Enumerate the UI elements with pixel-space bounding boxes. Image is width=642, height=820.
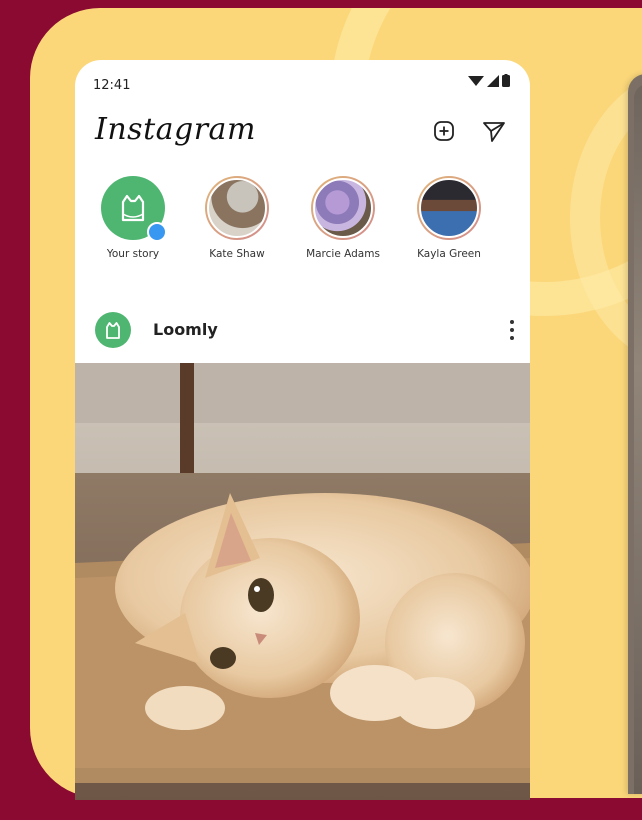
story-marcie-adams[interactable]: Marcie Adams <box>298 176 388 260</box>
stories-row: Your story Kate Shaw Marcie Adams Kayla … <box>75 176 530 286</box>
story-avatar <box>207 178 267 238</box>
story-avatar <box>419 178 479 238</box>
battery-icon <box>502 74 510 87</box>
more-options-icon[interactable] <box>508 316 516 344</box>
story-label: Your story <box>106 248 160 260</box>
story-avatar <box>101 176 167 242</box>
story-kate-shaw[interactable]: Kate Shaw <box>192 176 282 260</box>
story-label: Marcie Adams <box>306 248 380 260</box>
cat-photo <box>75 363 530 800</box>
story-your-story[interactable]: Your story <box>88 176 178 260</box>
system-icons <box>468 74 510 87</box>
status-time: 12:41 <box>93 78 131 93</box>
post-avatar[interactable] <box>95 312 131 348</box>
new-post-icon[interactable] <box>431 118 457 144</box>
signal-icon <box>487 75 499 87</box>
post-image[interactable] <box>75 363 530 800</box>
secondary-phone-screen <box>634 84 642 794</box>
app-logo: Instagram <box>95 112 256 147</box>
status-bar: 12:41 <box>75 60 530 104</box>
wifi-icon <box>468 76 484 86</box>
story-kayla-green[interactable]: Kayla Green <box>404 176 494 260</box>
secondary-phone <box>628 74 642 794</box>
story-avatar <box>313 178 373 238</box>
post-account-name[interactable]: Loomly <box>153 320 218 339</box>
app-header: Instagram <box>75 104 530 156</box>
story-label: Kayla Green <box>417 248 481 260</box>
loomly-cat-icon <box>106 322 120 339</box>
story-ring <box>417 176 481 240</box>
story-ring <box>311 176 375 240</box>
direct-message-icon[interactable] <box>481 118 507 144</box>
post-header: Loomly <box>75 300 530 360</box>
story-ring <box>205 176 269 240</box>
story-label: Kate Shaw <box>209 248 265 260</box>
add-story-badge[interactable] <box>147 222 167 242</box>
phone-screen: 12:41 Instagram Your story Kate Shaw Mar… <box>75 60 530 800</box>
